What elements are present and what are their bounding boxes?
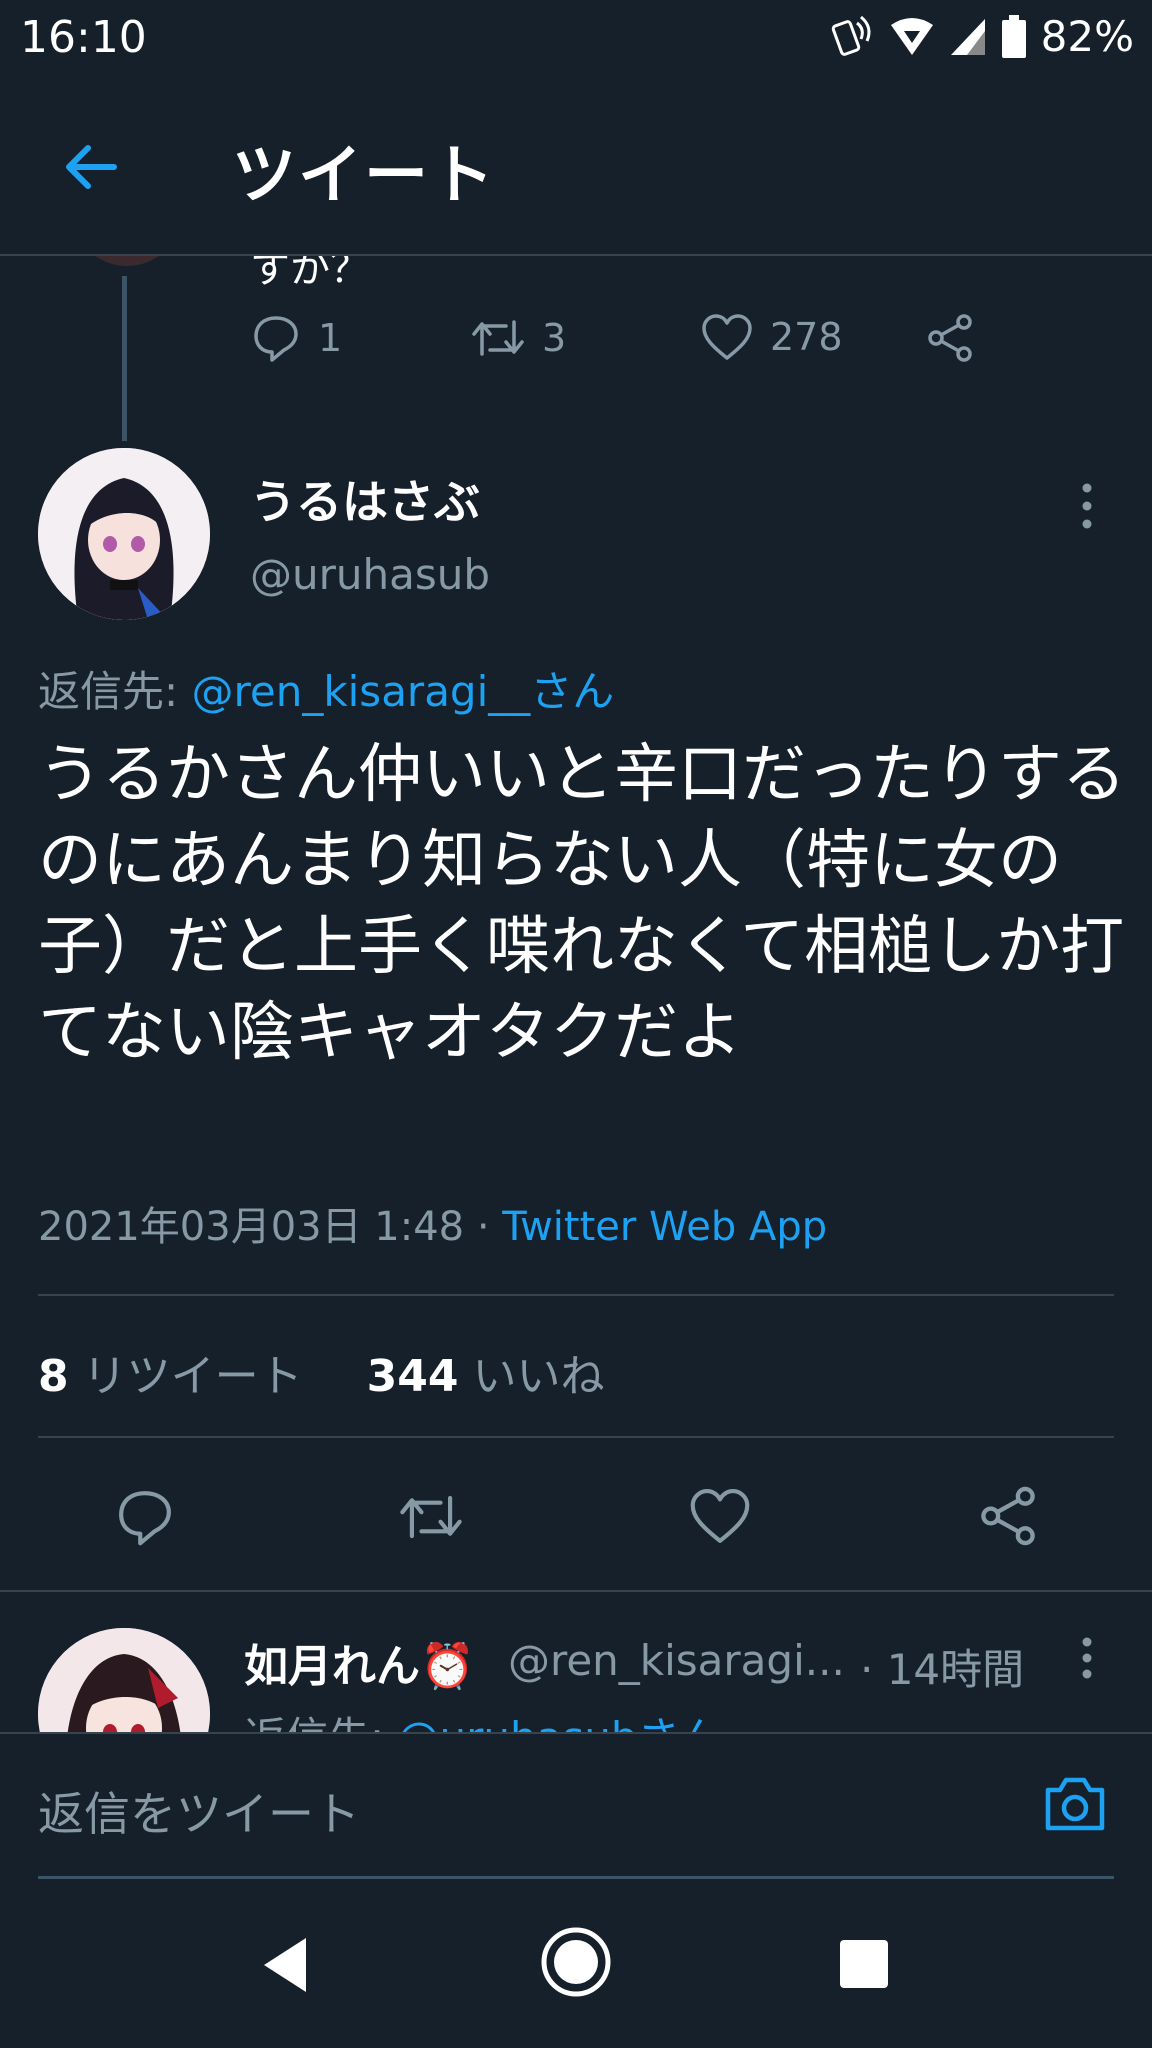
tweet-body: うるかさん仲いいと辛口だったりするのにあんまり知らない人（特に女の子）だと上手く… <box>38 738 1126 1070</box>
reply-to-label: 返信先: <box>38 667 192 716</box>
battery-percent: 82% <box>1040 12 1134 61</box>
heart-icon <box>690 1489 750 1543</box>
more-vertical-icon <box>1082 483 1092 529</box>
avatar-illustration <box>38 448 210 620</box>
status-icons: 82% <box>827 12 1134 61</box>
signal-icon <box>950 18 985 55</box>
square-recents-icon <box>840 1940 888 1988</box>
status-bar: 16:10 82% <box>0 0 1152 76</box>
camera-button[interactable] <box>1042 1774 1108 1834</box>
reply-avatar-illustration <box>38 1628 210 1732</box>
previous-tweet-text: すか？ <box>250 256 370 292</box>
reply-reply-to-label: 返信先: <box>244 1713 398 1732</box>
reply-button[interactable] <box>114 1486 176 1552</box>
previous-tweet-avatar[interactable] <box>72 256 182 266</box>
system-navigation-bar <box>0 1884 1152 2048</box>
retweet-icon <box>472 320 524 356</box>
heart-icon <box>702 314 752 360</box>
page-title: ツイート <box>232 139 496 213</box>
reply-input[interactable]: 返信をツイート <box>38 1778 360 1844</box>
reply-to-line: 返信先: @ren_kisaragi__さん <box>38 658 614 719</box>
divider <box>38 1294 1114 1296</box>
previous-retweet-count: 3 <box>542 316 567 360</box>
author-handle[interactable]: @uruhasub <box>250 550 490 599</box>
reply-author-avatar[interactable] <box>38 1628 210 1732</box>
retweet-label: リツイート <box>68 1351 303 1402</box>
author-avatar[interactable] <box>38 448 210 620</box>
reply-author-name[interactable]: 如月れん⏰ <box>244 1630 475 1694</box>
reply-author-handle[interactable]: @ren_kisaragi... <box>508 1636 845 1685</box>
previous-like-count: 278 <box>770 315 843 359</box>
reply-icon <box>119 1491 171 1546</box>
retweet-icon <box>400 1495 462 1539</box>
previous-like-button[interactable]: 278 <box>700 312 843 362</box>
nav-home-button[interactable] <box>540 1926 612 2002</box>
retweet-button[interactable] <box>396 1486 466 1552</box>
previous-retweet-button[interactable]: 3 <box>470 312 566 364</box>
like-label: いいね <box>458 1351 605 1402</box>
previous-reply-count: 1 <box>318 316 343 360</box>
like-count: 344 <box>366 1351 459 1402</box>
reply-icon <box>254 316 298 362</box>
previous-share-button[interactable] <box>924 312 976 364</box>
share-icon <box>981 1486 1035 1546</box>
author-display-name[interactable]: うるはさぶ <box>250 466 480 532</box>
back-button[interactable] <box>56 132 126 202</box>
more-vertical-icon <box>1082 1637 1092 1679</box>
nfc-phone-icon <box>831 15 871 56</box>
tweet-stats: 8 リツイート 344 いいね <box>38 1340 604 1404</box>
tweet-source-link[interactable]: Twitter Web App <box>502 1204 827 1250</box>
share-button[interactable] <box>976 1484 1040 1552</box>
previous-reply-button[interactable]: 1 <box>250 312 342 364</box>
divider <box>38 1436 1114 1438</box>
wifi-icon <box>890 17 933 55</box>
back-arrow-icon <box>66 145 117 189</box>
reply-timestamp: · 14時間 <box>860 1645 1025 1694</box>
composer-underline <box>38 1876 1114 1879</box>
reply-reply-to-handle[interactable]: @uruhasubさん <box>398 1713 722 1732</box>
thread-connector <box>122 276 127 441</box>
divider <box>0 1590 1152 1592</box>
camera-icon <box>1045 1777 1105 1831</box>
nav-recents-button[interactable] <box>838 1938 890 1994</box>
reply-to-handle-link[interactable]: @ren_kisaragi__さん <box>192 667 615 716</box>
reply-more-options-button[interactable] <box>1072 1634 1102 1688</box>
triangle-back-icon <box>264 1938 306 1992</box>
nav-back-button[interactable] <box>258 1934 312 2000</box>
retweet-count: 8 <box>38 1351 69 1402</box>
status-time: 16:10 <box>20 12 147 63</box>
like-button[interactable] <box>688 1486 752 1550</box>
more-options-button[interactable] <box>1072 478 1102 538</box>
tweet-timestamp: 2021年03月03日 1:48 · <box>38 1204 503 1250</box>
home-circle-icon <box>541 1927 611 1997</box>
share-icon <box>928 314 972 362</box>
tweet-thread: すか？ 1 3 278 うるはさぶ @uruhasub 返信先: @ren_ki… <box>0 256 1152 1732</box>
reply-composer: 返信をツイート <box>0 1732 1152 1886</box>
tweet-meta: 2021年03月03日 1:48 · Twitter Web App <box>38 1194 827 1252</box>
retweet-stat[interactable]: 8 リツイート <box>38 1351 303 1402</box>
battery-icon <box>1001 14 1026 58</box>
app-header: ツイート <box>0 76 1152 256</box>
reply-reply-to-line: 返信先: @uruhasubさん <box>244 1704 722 1732</box>
like-stat[interactable]: 344 いいね <box>367 1351 605 1402</box>
